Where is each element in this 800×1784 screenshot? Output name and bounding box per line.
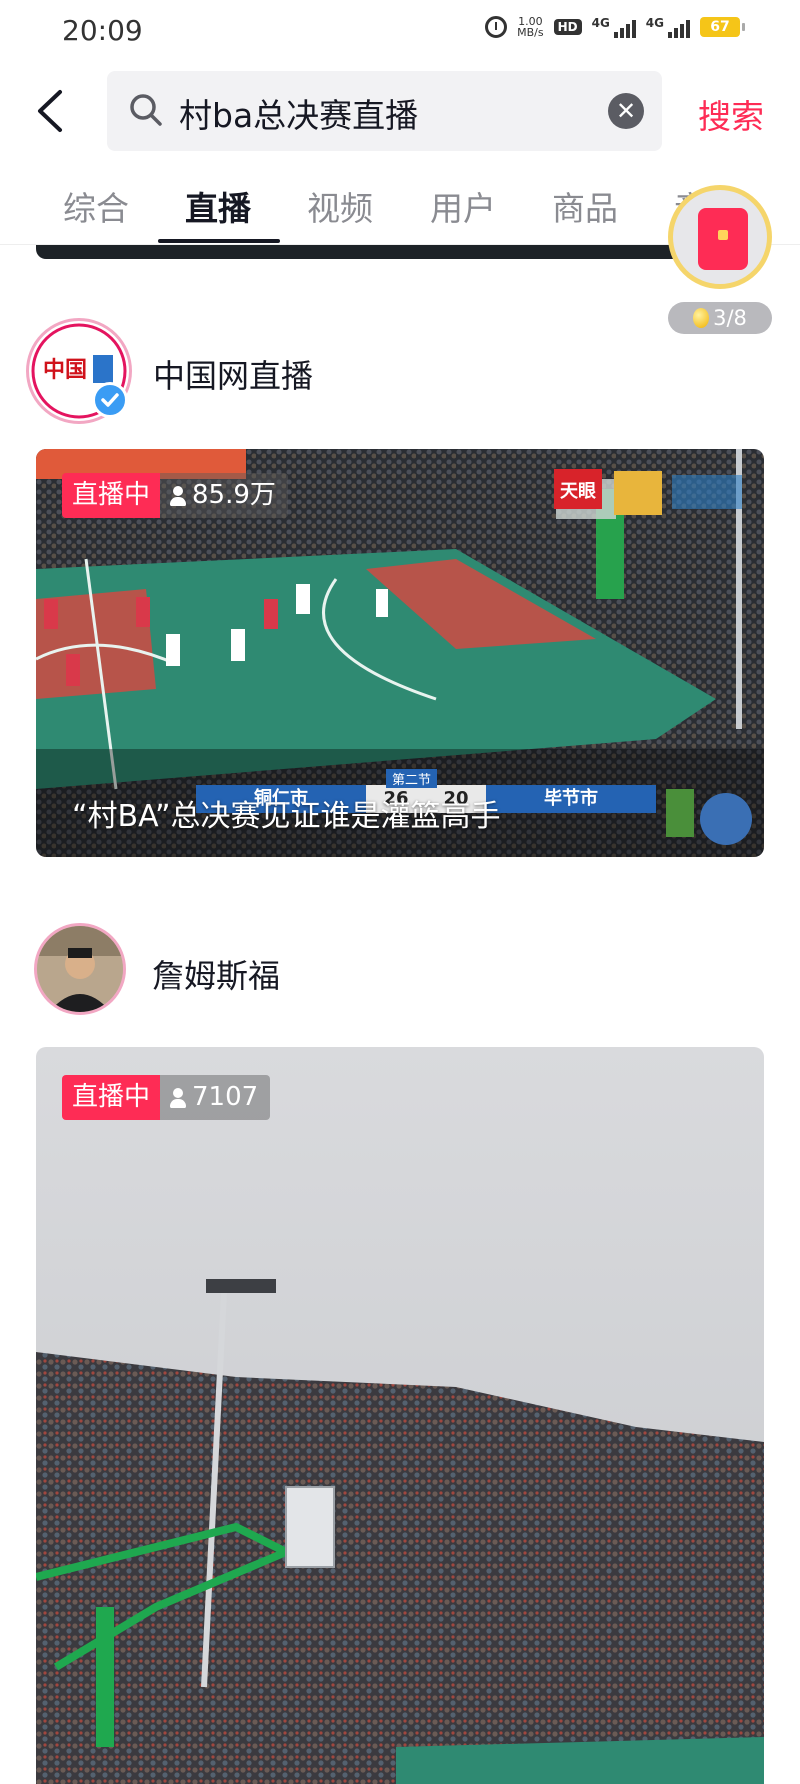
live-title-1: “村BA”总决赛见证谁是灌篮高手	[72, 799, 501, 834]
status-bar: 20:09 1.00 MB/s HD 4G 4G 67	[0, 0, 800, 66]
back-button[interactable]	[30, 86, 74, 136]
live-status-label-2: 直播中	[62, 1075, 161, 1120]
live-badge-2: 直播中 7107	[62, 1075, 271, 1120]
tab-video[interactable]: 视频	[307, 182, 373, 230]
status-time: 20:09	[62, 14, 143, 47]
viewer-count-1: 85.9万	[160, 473, 288, 518]
scoreboard-period: 第二节	[386, 769, 438, 788]
viewer-count-2: 7107	[160, 1075, 271, 1120]
signal-icon-1: 4G	[592, 16, 636, 38]
svg-text:中国: 中国	[43, 357, 87, 383]
active-tab-indicator	[158, 239, 280, 243]
anchor-name-2[interactable]: 詹姆斯福	[152, 951, 280, 997]
battery-icon: 67	[700, 17, 745, 37]
live-card-2[interactable]: 直播中 7107	[36, 1047, 764, 1784]
reward-progress[interactable]: 3/8	[668, 302, 772, 334]
viewer-icon	[170, 485, 187, 506]
sponsor-logo-text: 天眼	[560, 481, 596, 502]
anchor-name-1[interactable]: 中国网直播	[153, 351, 313, 397]
scoreboard-team-right: 毕节市	[486, 785, 656, 813]
live-status-label-1: 直播中	[62, 473, 161, 518]
clear-search-button[interactable]: ✕	[608, 93, 644, 129]
signal-label-1: 4G	[591, 16, 610, 30]
hd-icon: HD	[553, 19, 582, 35]
reward-progress-text: 3/8	[713, 306, 747, 330]
search-icon	[130, 94, 162, 126]
signal-label-2: 4G	[645, 16, 664, 30]
signal-icon-2: 4G	[646, 16, 690, 38]
previous-card-edge	[36, 245, 764, 259]
back-arrow-icon	[38, 90, 62, 132]
search-button[interactable]: 搜索	[698, 90, 764, 138]
red-packet-button[interactable]	[668, 185, 772, 289]
search-query-text: 村ba总决赛直播	[179, 96, 419, 135]
tab-live[interactable]: 直播	[185, 182, 251, 230]
live-badge-1: 直播中 85.9万	[62, 473, 288, 518]
avatar-photo	[37, 926, 123, 1012]
tab-comprehensive[interactable]: 综合	[63, 182, 129, 230]
tab-users[interactable]: 用户	[430, 182, 496, 230]
live-thumbnail-stadium-crowd	[36, 1047, 764, 1784]
network-speed-unit: MB/s	[517, 26, 544, 39]
anchor-avatar-2[interactable]	[34, 923, 126, 1015]
search-header: 村ba总决赛直播 ✕ 搜索	[0, 66, 800, 158]
tab-products[interactable]: 商品	[552, 182, 618, 230]
gold-coin-icon	[693, 308, 710, 328]
network-speed: 1.00 MB/s	[517, 16, 543, 38]
search-input[interactable]: 村ba总决赛直播 ✕	[107, 71, 662, 151]
viewer-count-value-2: 7107	[192, 1082, 259, 1112]
viewer-icon	[170, 1087, 187, 1108]
red-packet-icon	[698, 208, 748, 270]
status-icons: 1.00 MB/s HD 4G 4G 67	[485, 16, 745, 38]
verified-badge-icon	[92, 382, 128, 418]
viewer-count-value-1: 85.9万	[192, 480, 276, 510]
live-card-1[interactable]: 直播中 85.9万 天眼 铜仁市 26 20 毕节市 第二节 “村BA”总决赛见…	[36, 449, 764, 857]
alarm-icon	[485, 16, 508, 38]
